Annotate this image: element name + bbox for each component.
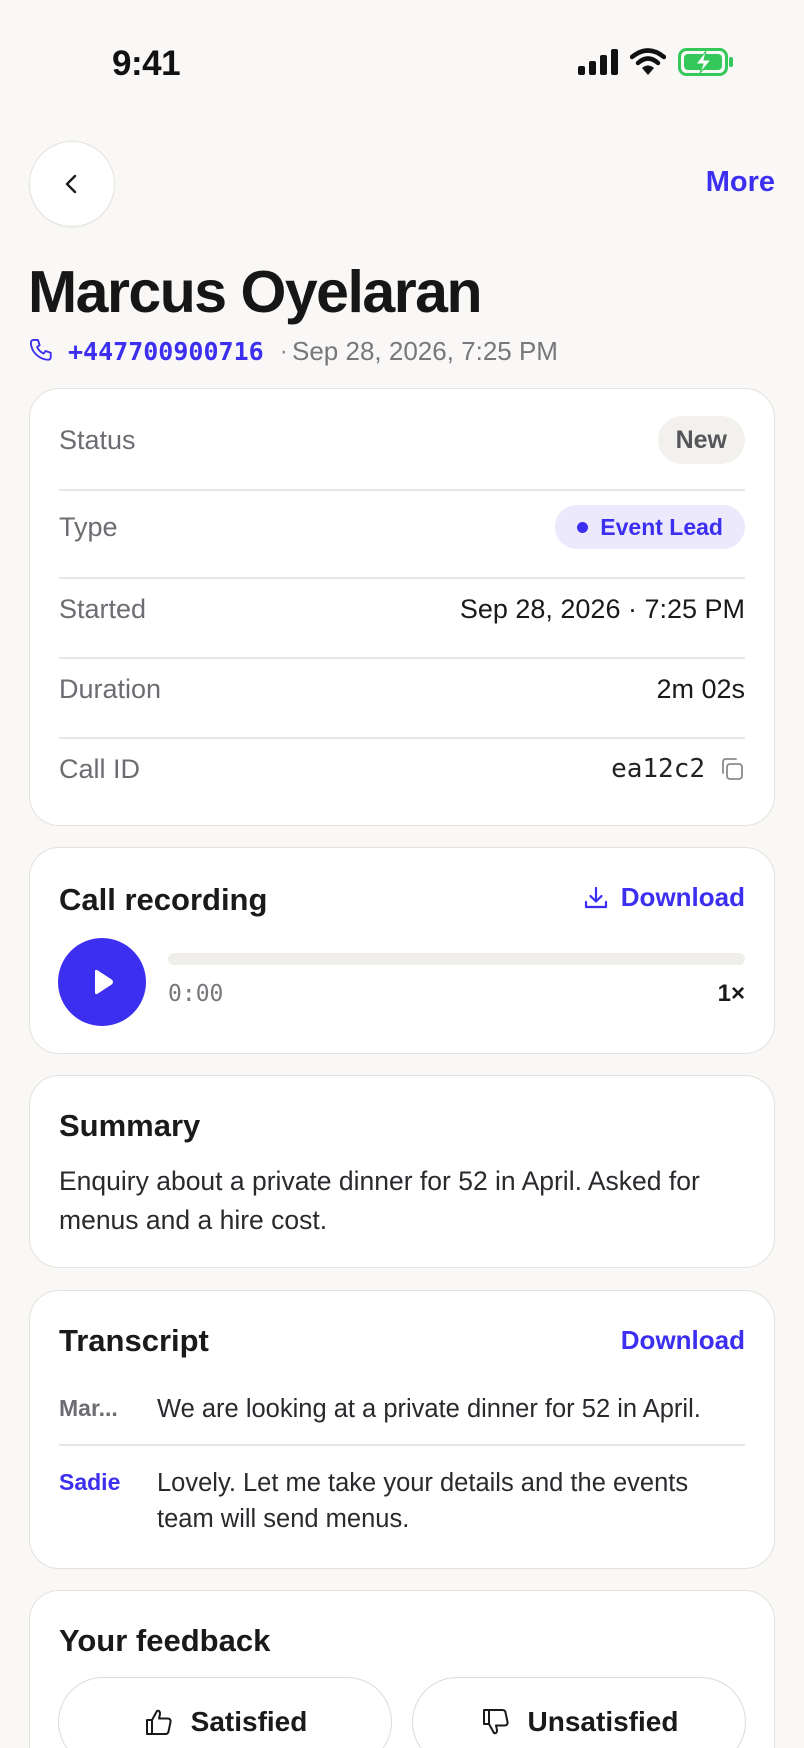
status-row: Status New bbox=[59, 412, 745, 468]
thumbs-down-icon bbox=[482, 1709, 509, 1735]
duration-value: 2m 02s bbox=[656, 673, 745, 704]
started-row: Started Sep 28, 2026 · 7:25 PM bbox=[59, 585, 745, 633]
copy-icon[interactable] bbox=[719, 756, 745, 782]
feedback-card: Your feedback Satisfied Unsatisfied bbox=[29, 1590, 775, 1748]
recording-download-label: Download bbox=[620, 882, 745, 912]
recording-title: Call recording bbox=[59, 882, 268, 917]
transcript-speaker: Sadie bbox=[59, 1469, 121, 1495]
cellular-signal-icon bbox=[578, 49, 618, 75]
started-value: Sep 28, 2026 · 7:25 PM bbox=[459, 593, 745, 624]
divider bbox=[59, 1444, 745, 1446]
call-datetime: Sep 28, 2026, 7:25 PM bbox=[292, 335, 558, 366]
started-label: Started bbox=[59, 593, 147, 624]
contact-subline: +447700900716 · Sep 28, 2026, 7:25 PM bbox=[28, 334, 558, 368]
divider bbox=[59, 489, 745, 491]
type-row: Type Event Lead bbox=[59, 503, 745, 551]
type-badge[interactable]: Event Lead bbox=[555, 505, 745, 549]
satisfied-button[interactable]: Satisfied bbox=[58, 1677, 392, 1748]
satisfied-label: Satisfied bbox=[190, 1706, 308, 1737]
call-detail-screen: 9:41 More Marcus Oyelaran +447700900716 … bbox=[0, 0, 804, 1748]
transcript-card: Transcript Download Mar... We are lookin… bbox=[29, 1290, 775, 1569]
type-label: Type bbox=[59, 511, 118, 542]
duration-label: Duration bbox=[59, 673, 162, 704]
transcript-line: Sadie Lovely. Let me take your details a… bbox=[59, 1465, 745, 1537]
divider bbox=[59, 737, 745, 739]
status-time: 9:41 bbox=[112, 44, 181, 83]
call-details-card: Status New Type Event Lead Started Sep 2… bbox=[29, 388, 775, 826]
transcript-line: Mar... We are looking at a private dinne… bbox=[59, 1391, 745, 1427]
call-id-row: Call ID ea12c2 bbox=[59, 745, 745, 793]
call-id-label: Call ID bbox=[59, 753, 141, 784]
divider bbox=[59, 577, 745, 579]
divider bbox=[59, 657, 745, 659]
duration-row: Duration 2m 02s bbox=[59, 665, 745, 713]
summary-title: Summary bbox=[59, 1108, 201, 1143]
play-icon bbox=[95, 969, 113, 995]
status-bar: 9:41 bbox=[0, 0, 804, 110]
phone-icon[interactable] bbox=[28, 337, 56, 365]
play-button[interactable] bbox=[58, 938, 146, 1026]
transcript-download-button[interactable]: Download bbox=[621, 1325, 745, 1356]
playback-speed-button[interactable]: 1× bbox=[718, 980, 745, 1008]
summary-text: Enquiry about a private dinner for 52 in… bbox=[59, 1166, 700, 1235]
type-dot-icon bbox=[577, 521, 589, 533]
back-button[interactable] bbox=[29, 141, 115, 227]
unsatisfied-button[interactable]: Unsatisfied bbox=[412, 1677, 746, 1748]
status-badge[interactable]: New bbox=[657, 416, 745, 464]
feedback-title: Your feedback bbox=[59, 1623, 271, 1658]
wifi-icon bbox=[630, 48, 666, 75]
status-icons bbox=[578, 48, 734, 76]
thumbs-up-icon bbox=[145, 1709, 172, 1735]
subline-separator: · bbox=[279, 336, 288, 365]
playback-progress-slider[interactable] bbox=[168, 953, 745, 965]
transcript-text: Lovely. Let me take your details and the… bbox=[157, 1469, 689, 1533]
status-label: Status bbox=[59, 424, 136, 455]
type-value: Event Lead bbox=[600, 513, 723, 540]
call-recording-card: Call recording Download 0:00 1× bbox=[29, 847, 775, 1054]
recording-download-button[interactable]: Download bbox=[583, 882, 745, 913]
download-icon bbox=[584, 886, 607, 908]
call-id-value: ea12c2 bbox=[611, 754, 705, 784]
transcript-download-label: Download bbox=[620, 1325, 745, 1355]
transcript-title: Transcript bbox=[59, 1323, 209, 1358]
call-id-group: ea12c2 bbox=[611, 754, 745, 784]
phone-number-link[interactable]: +447700900716 bbox=[68, 337, 264, 366]
chevron-left-icon bbox=[65, 174, 77, 194]
transcript-text: We are looking at a private dinner for 5… bbox=[157, 1395, 701, 1423]
transcript-speaker: Mar... bbox=[59, 1395, 118, 1421]
battery-charging-icon bbox=[678, 48, 733, 76]
more-button[interactable]: More bbox=[706, 166, 775, 199]
playback-time: 0:00 bbox=[168, 981, 224, 1007]
unsatisfied-label: Unsatisfied bbox=[527, 1706, 679, 1737]
summary-card: Summary Enquiry about a private dinner f… bbox=[29, 1075, 775, 1268]
contact-name: Marcus Oyelaran bbox=[28, 259, 483, 325]
